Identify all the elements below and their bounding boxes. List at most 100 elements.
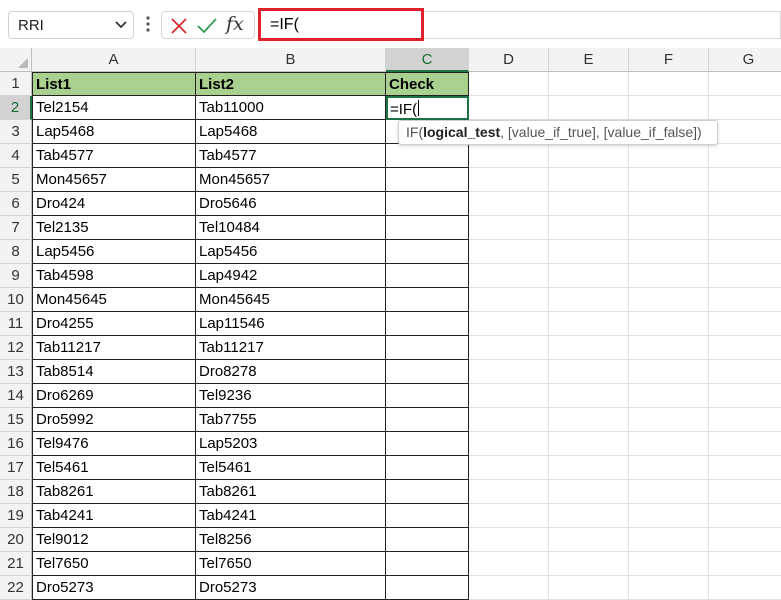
cell[interactable]: Tel8256 (196, 528, 386, 552)
cell[interactable] (386, 240, 469, 264)
cell[interactable]: Tel7650 (32, 552, 196, 576)
header-cell[interactable]: Check (386, 72, 469, 96)
cell[interactable] (629, 456, 709, 480)
cell[interactable] (386, 504, 469, 528)
row-header[interactable]: 2 (0, 96, 32, 120)
cell[interactable] (709, 576, 781, 600)
cell[interactable] (549, 408, 629, 432)
cell[interactable]: Tel2154 (32, 96, 196, 120)
cell[interactable] (549, 528, 629, 552)
cell[interactable] (709, 480, 781, 504)
row-header[interactable]: 21 (0, 552, 32, 576)
cell[interactable] (709, 432, 781, 456)
cell[interactable] (469, 456, 549, 480)
cell[interactable] (386, 168, 469, 192)
cell[interactable]: Mon45645 (32, 288, 196, 312)
formula-input-extension[interactable] (424, 11, 781, 39)
cell[interactable] (469, 360, 549, 384)
row-header[interactable]: 8 (0, 240, 32, 264)
cell[interactable]: Lap5468 (196, 120, 386, 144)
cell[interactable] (469, 168, 549, 192)
cell[interactable] (549, 480, 629, 504)
cell[interactable]: Dro4255 (32, 312, 196, 336)
cell[interactable] (549, 240, 629, 264)
cell[interactable] (709, 336, 781, 360)
cell[interactable] (709, 264, 781, 288)
row-header[interactable]: 20 (0, 528, 32, 552)
row-header[interactable]: 22 (0, 576, 32, 600)
cell[interactable]: Mon45657 (32, 168, 196, 192)
cell[interactable]: Lap4942 (196, 264, 386, 288)
cell[interactable] (386, 192, 469, 216)
cell[interactable]: Tab8261 (196, 480, 386, 504)
cell[interactable] (549, 216, 629, 240)
cell[interactable] (469, 240, 549, 264)
cell[interactable] (469, 72, 549, 96)
cell[interactable]: Dro6269 (32, 384, 196, 408)
row-header[interactable]: 4 (0, 144, 32, 168)
cell[interactable] (629, 360, 709, 384)
column-header-e[interactable]: E (549, 48, 629, 72)
cell[interactable]: Tel7650 (196, 552, 386, 576)
cell[interactable] (549, 144, 629, 168)
cell[interactable] (629, 264, 709, 288)
cell[interactable]: Dro5273 (196, 576, 386, 600)
cell[interactable] (469, 336, 549, 360)
cell[interactable] (469, 144, 549, 168)
cell[interactable] (629, 384, 709, 408)
cell[interactable] (469, 264, 549, 288)
cell[interactable] (709, 72, 781, 96)
cell[interactable] (629, 552, 709, 576)
cell[interactable] (629, 336, 709, 360)
cell[interactable] (386, 360, 469, 384)
cell[interactable] (469, 312, 549, 336)
enter-check-icon[interactable] (197, 17, 217, 35)
cell[interactable] (386, 384, 469, 408)
cell[interactable] (709, 216, 781, 240)
cell[interactable] (629, 144, 709, 168)
cell[interactable] (469, 216, 549, 240)
cell[interactable] (469, 192, 549, 216)
cell[interactable] (629, 480, 709, 504)
row-header[interactable]: 6 (0, 192, 32, 216)
cell[interactable] (386, 528, 469, 552)
column-header-f[interactable]: F (629, 48, 709, 72)
row-header[interactable]: 18 (0, 480, 32, 504)
cell[interactable] (629, 504, 709, 528)
cell[interactable] (386, 432, 469, 456)
cell[interactable] (469, 552, 549, 576)
cell[interactable] (386, 552, 469, 576)
cell[interactable]: Tab4577 (32, 144, 196, 168)
cell[interactable] (629, 240, 709, 264)
cell[interactable] (386, 216, 469, 240)
cell[interactable] (709, 384, 781, 408)
cell[interactable]: Tel10484 (196, 216, 386, 240)
cell[interactable] (386, 480, 469, 504)
cell[interactable] (629, 72, 709, 96)
cell[interactable]: Lap5468 (32, 120, 196, 144)
cell[interactable] (386, 264, 469, 288)
cell[interactable] (469, 288, 549, 312)
cell[interactable]: =IF( (386, 96, 469, 120)
cell[interactable] (709, 552, 781, 576)
cell[interactable] (629, 168, 709, 192)
cell[interactable] (549, 504, 629, 528)
row-header[interactable]: 5 (0, 168, 32, 192)
cell[interactable] (709, 96, 781, 120)
cell[interactable]: Tab11217 (32, 336, 196, 360)
cell[interactable] (549, 168, 629, 192)
cell[interactable] (549, 360, 629, 384)
cell[interactable] (709, 312, 781, 336)
cell[interactable]: Mon45645 (196, 288, 386, 312)
cell[interactable]: Tel5461 (32, 456, 196, 480)
cell[interactable]: Lap5456 (196, 240, 386, 264)
cell[interactable]: Tab8261 (32, 480, 196, 504)
more-options-icon[interactable] (145, 15, 151, 33)
row-header[interactable]: 1 (0, 72, 32, 96)
cell[interactable] (709, 168, 781, 192)
cell[interactable] (709, 240, 781, 264)
cell[interactable] (629, 576, 709, 600)
column-header-g[interactable]: G (709, 48, 781, 72)
cell[interactable]: Dro8278 (196, 360, 386, 384)
cell[interactable] (386, 288, 469, 312)
